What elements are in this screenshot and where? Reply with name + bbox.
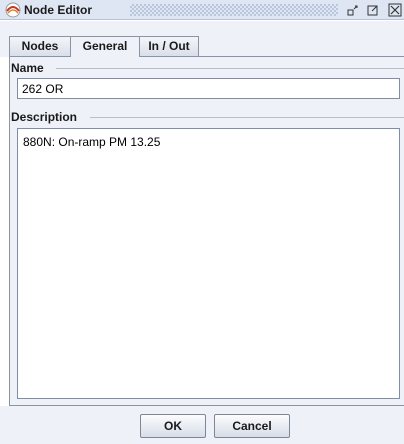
name-section-divider — [56, 68, 404, 69]
description-section-divider — [90, 117, 404, 118]
maximize-icon[interactable] — [366, 3, 380, 17]
description-section-label: Description — [11, 110, 78, 124]
name-section-label: Name — [11, 61, 44, 75]
tab-in-out[interactable]: In / Out — [139, 36, 199, 56]
window-titlebar[interactable]: Node Editor — [0, 0, 404, 20]
tab-general[interactable]: General — [70, 36, 140, 57]
window-title: Node Editor — [24, 3, 92, 17]
cancel-button[interactable]: Cancel — [214, 414, 290, 438]
description-field[interactable]: 880N: On-ramp PM 13.25 — [17, 128, 400, 399]
titlebar-drag-pattern — [130, 4, 338, 16]
node-editor-app-icon — [5, 2, 21, 18]
name-field[interactable] — [17, 78, 400, 99]
close-icon[interactable] — [388, 3, 402, 17]
tab-nodes[interactable]: Nodes — [9, 36, 71, 56]
ok-button[interactable]: OK — [140, 414, 206, 438]
minimize-icon[interactable] — [346, 3, 360, 17]
